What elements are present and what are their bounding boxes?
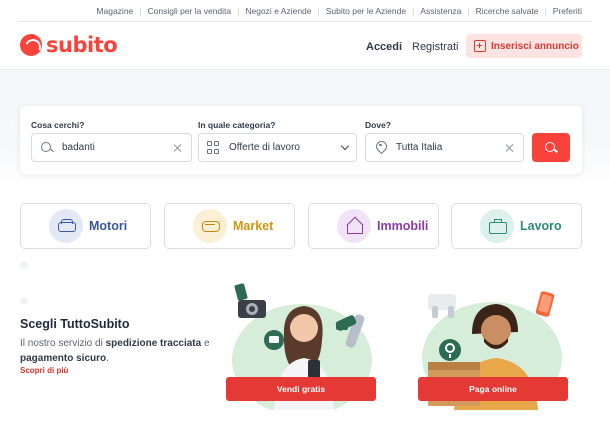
insert-ad-button[interactable]: Inserisci annuncio	[466, 34, 582, 58]
category-label: Market	[233, 219, 274, 233]
link-preferiti[interactable]: Preferiti	[553, 6, 582, 16]
register-link[interactable]: Registrati	[412, 41, 458, 53]
link-subito-aziende[interactable]: Subito per le Aziende	[326, 6, 406, 16]
search-icon	[40, 141, 54, 155]
logo-text: subito	[46, 33, 118, 57]
category-lavoro[interactable]: Lavoro	[451, 203, 582, 249]
decorative-dot	[20, 298, 28, 304]
where-label: Dove?	[365, 120, 391, 130]
category-market[interactable]: Market	[164, 203, 295, 249]
subito-logo-icon	[20, 34, 42, 56]
search-button[interactable]	[532, 133, 570, 162]
car-icon	[49, 209, 83, 243]
link-negozi-aziende[interactable]: Negozi e Aziende	[245, 6, 311, 16]
category-label: Immobili	[377, 219, 429, 233]
category-select[interactable]: Offerte di lavoro	[198, 133, 357, 162]
category-label: Motori	[89, 219, 128, 233]
search-panel: Cosa cerchi? badanti In quale categoria?…	[20, 106, 582, 174]
plus-square-icon	[474, 40, 486, 52]
utility-links: Magazine | Consigli per la vendita | Negoz…	[96, 6, 582, 16]
link-ricerche-salvate[interactable]: Ricerche salvate	[476, 6, 539, 16]
location-pin-icon	[374, 141, 388, 155]
grid-icon	[207, 140, 221, 155]
link-magazine[interactable]: Magazine	[96, 6, 133, 16]
sell-free-button[interactable]: Vendi gratis	[226, 377, 376, 401]
pay-online-button[interactable]: Paga online	[418, 377, 568, 401]
clear-location-icon[interactable]	[505, 143, 515, 153]
clear-search-icon[interactable]	[173, 143, 183, 153]
search-input-value: badanti	[62, 142, 95, 153]
search-input[interactable]: badanti	[31, 133, 192, 162]
category-label: In quale categoria?	[198, 120, 276, 130]
category-motori[interactable]: Motori	[20, 203, 151, 249]
sofa-icon	[193, 209, 227, 243]
insert-ad-label: Inserisci annuncio	[491, 40, 579, 52]
briefcase-icon	[480, 209, 514, 243]
top-utility-bar: Magazine | Consigli per la vendita | Negoz…	[0, 0, 610, 22]
category-label: Lavoro	[520, 219, 562, 233]
subito-logo[interactable]: subito	[20, 33, 118, 57]
category-immobili[interactable]: Immobili	[308, 203, 439, 249]
promo-title: Scegli TuttoSubito	[20, 317, 130, 331]
location-input[interactable]: Tutta Italia	[365, 133, 524, 162]
promo-description: Il nostro servizio di spedizione traccia…	[20, 338, 210, 364]
site-header: subito Accedi Registrati Inserisci annun…	[0, 22, 610, 70]
chevron-down-icon[interactable]	[340, 141, 350, 151]
link-assistenza[interactable]: Assistenza	[420, 6, 461, 16]
house-icon	[337, 209, 371, 243]
category-select-value: Offerte di lavoro	[229, 142, 300, 153]
link-consigli-vendita[interactable]: Consigli per la vendita	[148, 6, 232, 16]
location-input-value: Tutta Italia	[396, 142, 443, 153]
what-label: Cosa cerchi?	[31, 120, 85, 130]
discover-more-link[interactable]: Scopri di più	[20, 366, 68, 375]
search-icon	[544, 141, 558, 155]
login-link[interactable]: Accedi	[366, 41, 402, 53]
decorative-dot	[20, 262, 28, 268]
